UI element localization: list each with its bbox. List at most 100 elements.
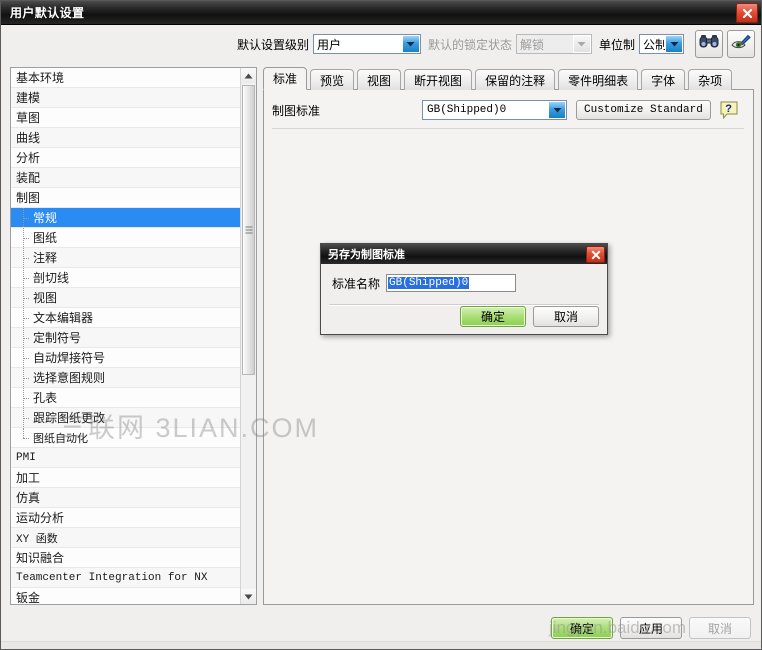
standard-name-label: 标准名称 [332,276,381,291]
tree-item-label: 选择意图规则 [33,371,106,385]
units-value: 公制 [643,37,665,52]
lock-state-value: 解锁 [519,37,544,52]
tree-item-label: 知识融合 [16,551,65,565]
tree-item-label: 孔表 [33,391,58,405]
tree-item-label: PMI [16,451,36,464]
close-icon[interactable] [736,3,758,23]
drafting-standard-row: 制图标准 GB(Shipped)0 Customize Standard ? [272,97,744,123]
tree-item[interactable]: 分析 [11,148,241,168]
tree-item-label: 分析 [16,151,41,165]
units-label: 单位制 [598,37,635,52]
scroll-down-arrow-icon[interactable] [241,589,256,604]
tree-item-label: 草图 [16,111,41,125]
tree-item[interactable]: 曲线 [11,128,241,148]
tree-item-label: 仿真 [16,491,41,505]
tree-item-label: 基本环境 [16,71,65,85]
tree-item-label: 定制符号 [33,331,82,345]
scrollbar-grip-icon [245,226,252,234]
footer-strip [1,641,761,649]
tree-item-label: 图纸 [33,231,58,245]
settings-category-tree[interactable]: 基本环境建模草图曲线分析装配制图常规图纸注释剖切线视图文本编辑器定制符号自动焊接… [10,67,257,605]
panel-divider [272,128,744,129]
drafting-standard-combo[interactable]: GB(Shipped)0 [422,100,567,120]
chevron-down-icon[interactable] [548,101,566,119]
default-level-combo[interactable]: 用户 [312,34,421,54]
ok-button[interactable]: 确定 [551,617,613,639]
help-question-icon[interactable]: ? [719,100,739,120]
scroll-up-arrow-icon[interactable] [241,68,256,83]
units-combo[interactable]: 公制 [639,34,684,54]
tree-item[interactable]: 装配 [11,168,241,188]
tab-4[interactable]: 保留的注释 [475,69,556,90]
tree-item[interactable]: 制图 [11,188,241,208]
tree-item-label: 文本编辑器 [33,311,94,325]
tab-2[interactable]: 视图 [357,69,402,90]
tree-scrollbar[interactable] [240,68,256,604]
save-as-standard-dialog: 另存为制图标准 标准名称 GB(Shipped)0 确定 取消 [320,243,608,335]
tree-item[interactable]: 选择意图规则 [11,368,241,388]
tab-1[interactable]: 预览 [310,69,355,90]
tree-item[interactable]: 注释 [11,248,241,268]
tree-item[interactable]: 孔表 [11,388,241,408]
dialog-ok-button[interactable]: 确定 [460,306,526,327]
tree-item[interactable]: 仿真 [11,488,241,508]
tree-item[interactable]: 钣金 [11,588,241,605]
tree-item-label: 自动焊接符号 [33,351,106,365]
tree-item[interactable]: XY 函数 [11,528,241,548]
tree-item[interactable]: 基本环境 [11,68,241,88]
standard-name-input[interactable]: GB(Shipped)0 [386,274,517,292]
tree-item-label: 剖切线 [33,271,70,285]
tree-item[interactable]: 加工 [11,468,241,488]
tree-item[interactable]: 文本编辑器 [11,308,241,328]
tree-item-label: 跟踪图纸更改 [33,411,106,425]
tree-item[interactable]: 知识融合 [11,548,241,568]
tree-item-label: 视图 [33,291,58,305]
tab-0[interactable]: 标准 [263,67,308,90]
chevron-down-icon [572,35,591,53]
default-level-value: 用户 [316,37,341,52]
tab-7[interactable]: 杂项 [688,69,733,90]
tab-5[interactable]: 零件明细表 [558,69,639,90]
scrollbar-thumb[interactable] [242,85,255,375]
tree-item-label: XY 函数 [16,533,58,546]
svg-text:?: ? [725,103,732,115]
apply-button[interactable]: 应用 [620,617,682,639]
cancel-button: 取消 [689,617,751,639]
close-icon[interactable] [586,246,605,263]
lock-state-label: 默认的锁定状态 [427,37,512,52]
tree-item-label: 装配 [16,171,41,185]
tree-item[interactable]: 剖切线 [11,268,241,288]
tree-item-label: 钣金 [16,591,41,605]
tree-item[interactable]: 草图 [11,108,241,128]
standard-name-field-group: 标准名称 GB(Shipped)0 [332,274,517,292]
manage-settings-button[interactable] [727,30,755,58]
tab-panel-standard: 制图标准 GB(Shipped)0 Customize Standard ? [263,89,754,605]
tree-item[interactable]: 跟踪图纸更改 [11,408,241,428]
window-buttons: 确定 应用 取消 [1,615,761,641]
tabstrip: 标准 预览 视图 断开视图 保留的注释 零件明细表 字体 杂项 [263,67,735,90]
tree-item[interactable]: 运动分析 [11,508,241,528]
tree-item-label: 运动分析 [16,511,65,525]
chevron-down-icon[interactable] [665,35,683,53]
chevron-down-icon[interactable] [401,35,420,53]
tree-item[interactable]: Teamcenter Integration for NX [11,568,241,588]
tree-item[interactable]: 常规 [11,208,241,228]
customize-standard-button[interactable]: Customize Standard [576,100,711,120]
tree-item-label: 制图 [16,191,41,205]
tree-item[interactable]: PMI [11,448,241,468]
tree-item-label: 注释 [33,251,58,265]
tab-3[interactable]: 断开视图 [404,69,473,90]
tree-item[interactable]: 建模 [11,88,241,108]
tree-item[interactable]: 图纸自动化 [11,428,241,448]
dialog-cancel-button[interactable]: 取消 [533,306,599,327]
tree-item-label: Teamcenter Integration for NX [16,571,208,584]
tree-item[interactable]: 定制符号 [11,328,241,348]
tree-item[interactable]: 图纸 [11,228,241,248]
lock-state-combo: 解锁 [515,34,592,54]
tree-item[interactable]: 自动焊接符号 [11,348,241,368]
default-level-label: 默认设置级别 [236,37,309,52]
tree-item[interactable]: 视图 [11,288,241,308]
tab-6[interactable]: 字体 [641,69,686,90]
find-settings-button[interactable] [695,30,723,58]
standard-name-value: GB(Shipped)0 [388,277,470,289]
